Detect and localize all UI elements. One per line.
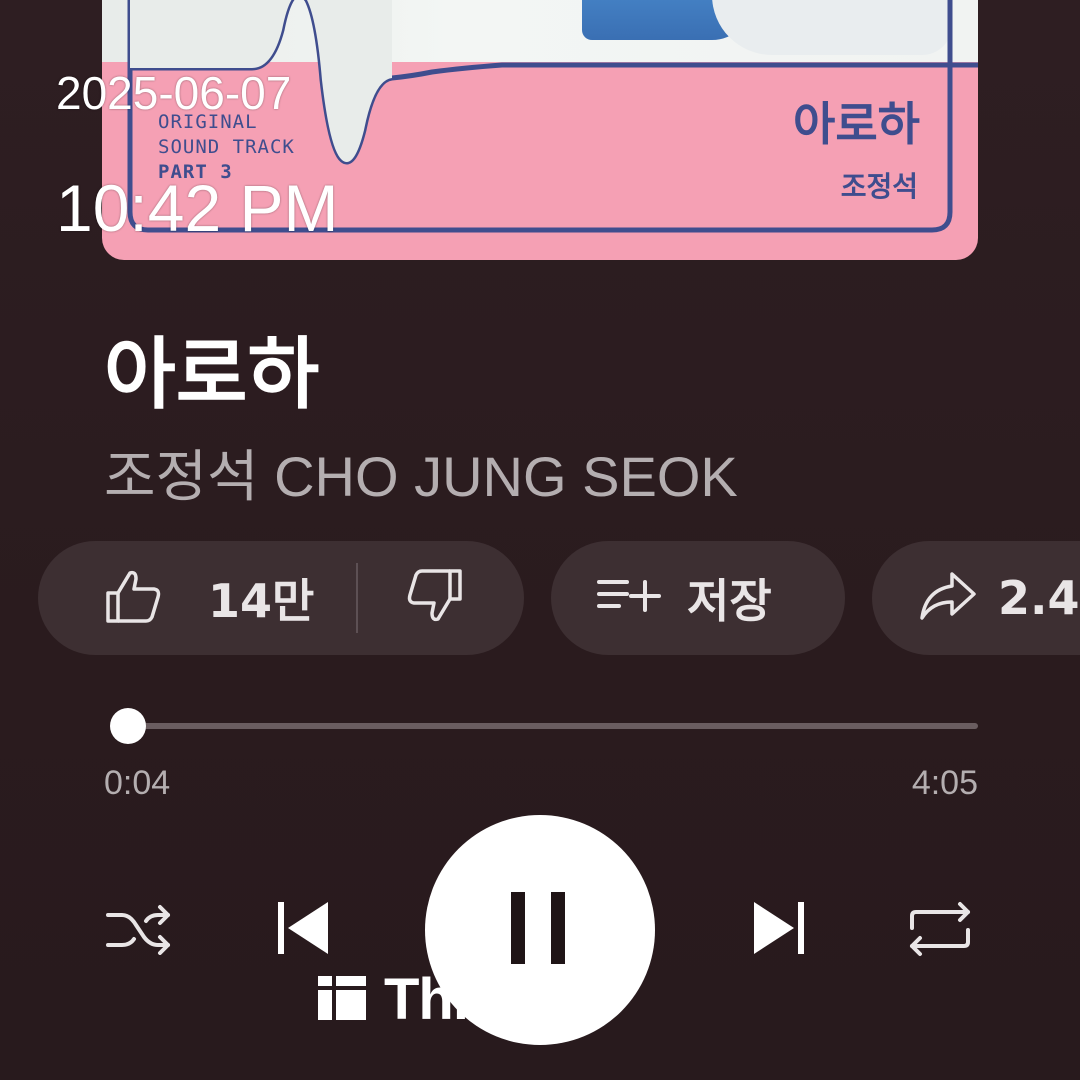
previous-icon [270,896,334,964]
progress-thumb[interactable] [109,708,146,744]
dislike-button[interactable] [358,541,466,655]
next-button[interactable] [740,892,820,968]
add-to-playlist-icon [597,574,663,622]
thumbs-down-icon [404,565,466,631]
share-chip[interactable]: 2.4 [872,541,1080,655]
save-label: 저장 [687,574,772,628]
music-player-screen: ORIGINAL SOUND TRACK PART 3 아로하 조정석 2025… [0,0,1080,1080]
song-title: 아로하 [104,330,320,420]
next-icon [748,896,812,964]
pause-icon [505,888,575,972]
previous-button[interactable] [262,892,342,968]
total-time: 4:05 [911,764,978,802]
share-count: 2.4 [998,571,1080,625]
overlay-date: 2025-06-07 [56,67,292,119]
pause-button[interactable] [425,815,655,1045]
like-button[interactable]: 14만 [38,541,314,655]
repeat-button[interactable] [900,896,980,966]
like-count: 14만 [208,574,315,628]
current-time: 0:04 [104,764,171,802]
save-button[interactable]: 저장 [551,565,772,631]
share-button[interactable]: 2.4 [872,570,1080,626]
share-icon [918,570,978,626]
album-artist: 조정석 [840,170,918,203]
song-artist[interactable]: 조정석 CHO JUNG SEOK [104,432,738,513]
like-dislike-chip: 14만 [38,541,524,655]
progress-track[interactable] [114,723,978,729]
save-chip[interactable]: 저장 [551,541,845,655]
shuffle-button[interactable] [100,896,180,966]
overlay-time: 10:42 PM [56,171,339,245]
repeat-icon [906,900,974,962]
album-title: 아로하 [793,97,920,151]
thumbs-up-icon [102,565,164,631]
shuffle-icon [106,903,174,959]
threads-logo-icon [318,972,370,1028]
